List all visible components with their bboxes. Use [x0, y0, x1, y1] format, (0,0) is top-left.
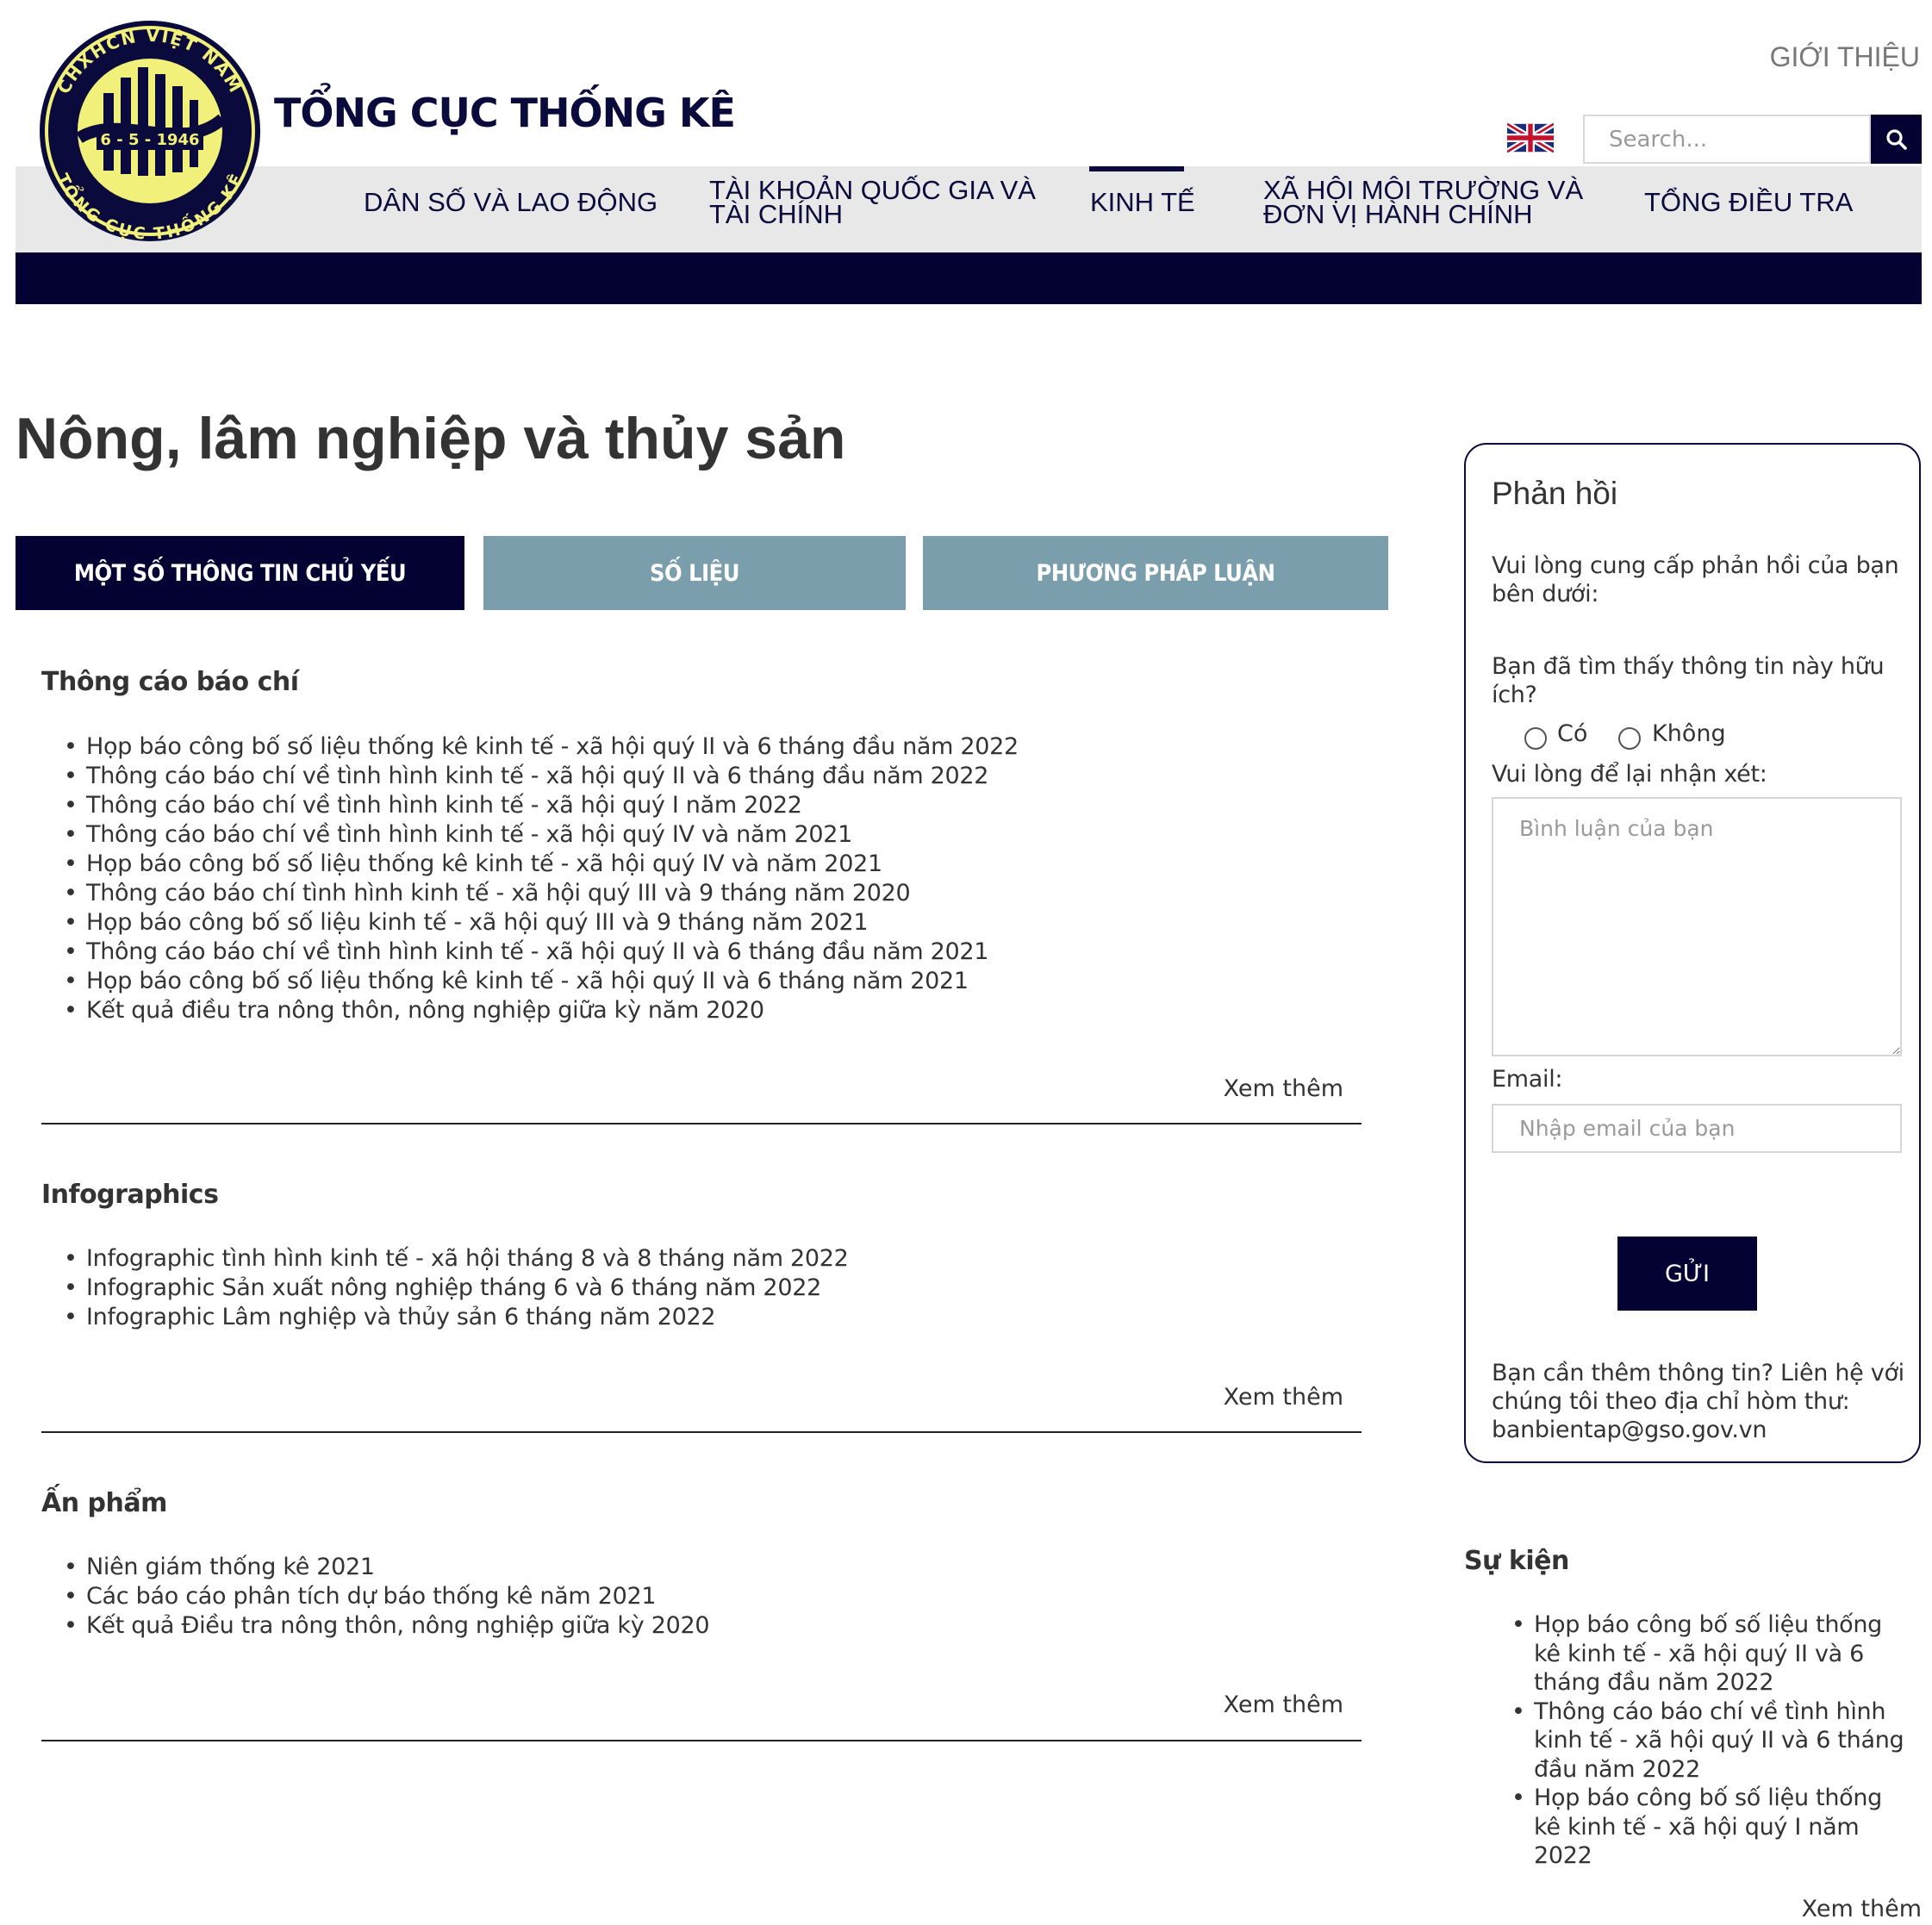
list-item-link[interactable]: Kết quả Điều tra nông thôn, nông nghiệp …: [86, 1612, 710, 1639]
events-list: Họp báo công bố số liệu thống kê kinh tế…: [1511, 1610, 1913, 1871]
section-divider: [41, 1431, 1362, 1433]
nav-item-label: DÂN SỐ VÀ LAO ĐỘNG: [364, 187, 658, 217]
tab-label: MỘT SỐ THÔNG TIN CHỦ YẾU: [73, 559, 407, 587]
nav-item-population-labor[interactable]: DÂN SỐ VÀ LAO ĐỘNG: [364, 187, 658, 217]
nav-item-label: KINH TẾ: [1090, 187, 1195, 217]
search-icon: [1885, 128, 1907, 150]
list-item: Niên giám thống kê 2021: [64, 1553, 709, 1582]
tab-label: SỐ LIỆU: [650, 559, 739, 587]
section-divider: [41, 1123, 1362, 1124]
list-item-link[interactable]: Họp báo công bố số liệu kinh tế - xã hội…: [86, 909, 869, 936]
tab-key-information[interactable]: MỘT SỐ THÔNG TIN CHỦ YẾU: [16, 536, 464, 610]
list-item: Thông cáo báo chí về tình hình kinh tế -…: [64, 762, 1019, 791]
tab-methodology[interactable]: PHƯƠNG PHÁP LUẬN: [923, 536, 1388, 610]
list-item: Thông cáo báo chí về tình hình kinh tế -…: [64, 938, 1019, 967]
event-link[interactable]: Thông cáo báo chí về tình hình kinh tế -…: [1534, 1698, 1904, 1783]
comment-label: Vui lòng để lại nhận xét:: [1492, 761, 1767, 788]
publications-list: Niên giám thống kê 2021 Các báo cáo phân…: [64, 1553, 710, 1641]
press-release-list: Họp báo công bố số liệu thống kê kinh tế…: [64, 732, 1019, 1025]
list-item: Infographic tình hình kinh tế - xã hội t…: [64, 1244, 849, 1274]
list-item-link[interactable]: Infographic Lâm nghiệp và thủy sản 6 thá…: [86, 1304, 716, 1330]
svg-text:6 - 5 - 1946: 6 - 5 - 1946: [100, 131, 199, 149]
list-item-link[interactable]: Infographic Sản xuất nông nghiệp tháng 6…: [86, 1274, 821, 1301]
list-item: Họp báo công bố số liệu thống kê kinh tế…: [1511, 1784, 1913, 1871]
tab-data[interactable]: SỐ LIỆU: [483, 536, 906, 610]
contact-info: Bạn cần thêm thông tin? Liên hệ với chún…: [1492, 1360, 1904, 1443]
list-item: Họp báo công bố số liệu thống kê kinh tế…: [1511, 1610, 1913, 1698]
nav-active-indicator: [1089, 166, 1184, 171]
event-link[interactable]: Họp báo công bố số liệu thống kê kinh tế…: [1534, 1611, 1882, 1696]
radio-no-label[interactable]: Không: [1652, 720, 1726, 747]
list-item: Kết quả điều tra nông thôn, nông nghiệp …: [64, 996, 1019, 1025]
list-item-link[interactable]: Họp báo công bố số liệu thống kê kinh tế…: [86, 850, 882, 877]
feedback-question: Bạn đã tìm thấy thông tin này hữu ích?: [1492, 653, 1885, 708]
list-item-link[interactable]: Thông cáo báo chí về tình hình kinh tế -…: [86, 938, 988, 965]
list-item: Họp báo công bố số liệu thống kê kinh tế…: [64, 850, 1019, 879]
search-input[interactable]: [1583, 115, 1871, 164]
section-title-publications: Ấn phẩm: [41, 1488, 167, 1518]
see-more-press-releases[interactable]: Xem thêm: [1224, 1075, 1343, 1102]
email-label: Email:: [1492, 1066, 1563, 1093]
nav-item-society-environment[interactable]: XÃ HỘI MÔI TRƯỜNG VÀ ĐƠN VỊ HÀNH CHÍNH: [1263, 177, 1583, 229]
feedback-intro: Vui lòng cung cấp phản hồi của bạn bên d…: [1492, 552, 1899, 607]
list-item: Họp báo công bố số liệu thống kê kinh tế…: [64, 732, 1019, 762]
list-item-link[interactable]: Họp báo công bố số liệu thống kê kinh tế…: [86, 733, 1019, 760]
sub-nav-band: [16, 252, 1922, 304]
feedback-title: Phản hồi: [1492, 476, 1618, 511]
list-item: Thông cáo báo chí tình hình kinh tế - xã…: [64, 879, 1019, 908]
search-button[interactable]: [1871, 115, 1922, 164]
see-more-infographics[interactable]: Xem thêm: [1224, 1384, 1343, 1411]
list-item: Thông cáo báo chí về tình hình kinh tế -…: [64, 791, 1019, 820]
nav-item-economy[interactable]: KINH TẾ: [1090, 187, 1195, 217]
list-item: Infographic Lâm nghiệp và thủy sản 6 thá…: [64, 1303, 849, 1332]
site-title[interactable]: TỔNG CỤC THỐNG KÊ: [274, 90, 736, 136]
list-item: Họp báo công bố số liệu kinh tế - xã hội…: [64, 908, 1019, 938]
nav-item-national-accounts[interactable]: TÀI KHOẢN QUỐC GIA VÀ TÀI CHÍNH: [709, 177, 1036, 229]
section-title-press-releases: Thông cáo báo chí: [41, 667, 299, 697]
list-item-link[interactable]: Thông cáo báo chí về tình hình kinh tế -…: [86, 763, 988, 789]
see-more-publications[interactable]: Xem thêm: [1224, 1691, 1343, 1718]
events-title: Sự kiện: [1464, 1546, 1569, 1576]
radio-yes[interactable]: [1524, 727, 1547, 750]
list-item: Thông cáo báo chí về tình hình kinh tế -…: [1511, 1698, 1913, 1785]
list-item-link[interactable]: Họp báo công bố số liệu thống kê kinh tế…: [86, 968, 969, 994]
list-item: Các báo cáo phân tích dự báo thống kê nă…: [64, 1582, 709, 1611]
page-title: Nông, lâm nghiệp và thủy sản: [16, 406, 846, 471]
uk-flag-icon[interactable]: [1507, 123, 1554, 153]
list-item: Infographic Sản xuất nông nghiệp tháng 6…: [64, 1274, 849, 1303]
nav-item-census[interactable]: TỔNG ĐIỀU TRA: [1644, 187, 1854, 217]
comment-textarea[interactable]: [1492, 797, 1902, 1056]
section-title-infographics: Infographics: [41, 1180, 219, 1210]
list-item-link[interactable]: Kết quả điều tra nông thôn, nông nghiệp …: [86, 997, 764, 1024]
email-field[interactable]: [1492, 1104, 1902, 1153]
infographics-list: Infographic tình hình kinh tế - xã hội t…: [64, 1244, 849, 1332]
list-item-link[interactable]: Thông cáo báo chí tình hình kinh tế - xã…: [86, 880, 911, 906]
list-item-link[interactable]: Các báo cáo phân tích dự báo thống kê nă…: [86, 1583, 657, 1610]
radio-yes-label[interactable]: Có: [1557, 720, 1587, 747]
list-item: Thông cáo báo chí về tình hình kinh tế -…: [64, 820, 1019, 850]
tab-label: PHƯƠNG PHÁP LUẬN: [1036, 559, 1275, 587]
gso-logo[interactable]: CHXHCN VIỆT NAM TỔNG CỤC THỐNG KÊ 6 - 5 …: [34, 17, 265, 246]
list-item-link[interactable]: Niên giám thống kê 2021: [86, 1554, 375, 1580]
list-item: Họp báo công bố số liệu thống kê kinh tế…: [64, 967, 1019, 996]
nav-item-label: TÀI CHÍNH: [709, 199, 843, 229]
list-item-link[interactable]: Thông cáo báo chí về tình hình kinh tế -…: [86, 792, 802, 819]
list-item-link[interactable]: Thông cáo báo chí về tình hình kinh tế -…: [86, 821, 852, 848]
nav-item-label: ĐƠN VỊ HÀNH CHÍNH: [1263, 199, 1533, 229]
radio-no[interactable]: [1618, 727, 1641, 750]
see-more-events[interactable]: Xem thêm: [1802, 1896, 1922, 1922]
nav-item-label: TỔNG ĐIỀU TRA: [1644, 187, 1854, 217]
list-item-link[interactable]: Infographic tình hình kinh tế - xã hội t…: [86, 1245, 849, 1272]
list-item: Kết quả Điều tra nông thôn, nông nghiệp …: [64, 1611, 710, 1641]
event-link[interactable]: Họp báo công bố số liệu thống kê kinh tế…: [1534, 1785, 1882, 1869]
send-button[interactable]: GỬI: [1617, 1237, 1757, 1311]
section-divider: [41, 1740, 1362, 1741]
about-link[interactable]: GIỚI THIỆU: [1770, 41, 1920, 73]
